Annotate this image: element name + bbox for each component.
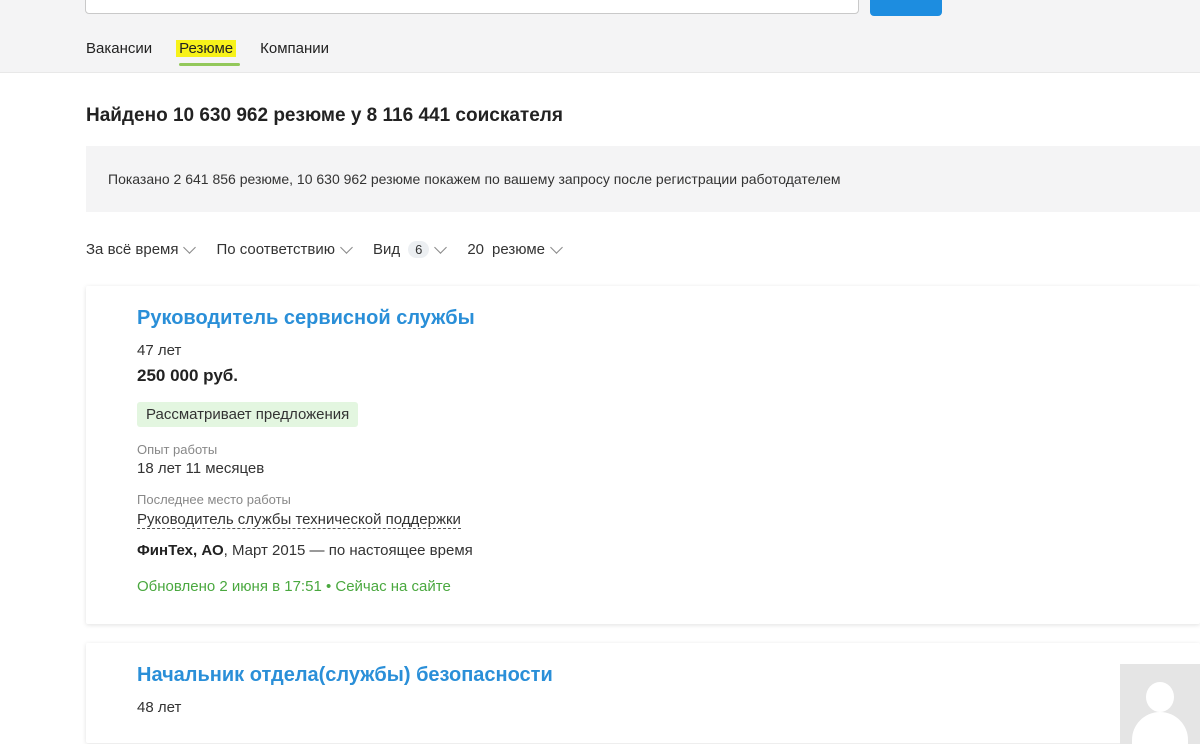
experience-value: 18 лет 11 месяцев [137, 460, 265, 477]
tab-companies[interactable]: Компании [260, 40, 329, 57]
updated-status: Обновлено 2 июня в 17:51 • Сейчас на сай… [137, 578, 451, 595]
avatar-head [1146, 682, 1174, 712]
last-job-company: ФинТех, АО [137, 542, 224, 559]
chevron-down-icon [183, 240, 197, 254]
resume-card: Руководитель сервисной службы 47 лет 250… [86, 286, 1200, 624]
resume-salary: 250 000 руб. [137, 366, 239, 385]
view-filter-label: Вид [372, 241, 401, 258]
avatar-body [1132, 712, 1188, 744]
sort-filter[interactable]: По соответствию [216, 240, 353, 258]
period-filter-label: За всё время [86, 241, 179, 258]
tab-vacancies[interactable]: Вакансии [86, 40, 152, 57]
resume-card: Начальник отдела(службы) безопасности 48… [86, 643, 1200, 744]
header-bar: Вакансии Резюме Компании [0, 0, 1200, 73]
resume-title-link[interactable]: Начальник отдела(службы) безопасности [137, 664, 553, 687]
last-job-period: , Март 2015 — по настоящее время [223, 542, 473, 559]
per-page-count: 20 [467, 241, 485, 258]
filters-bar: За всё время По соответствию Вид 6 20 ре… [86, 240, 583, 258]
per-page-filter[interactable]: 20 резюме [467, 240, 563, 258]
sort-filter-label: По соответствию [216, 241, 335, 258]
info-banner: Показано 2 641 856 резюме, 10 630 962 ре… [86, 146, 1200, 212]
resume-title-link[interactable]: Руководитель сервисной службы [137, 307, 475, 330]
status-badge: Рассматривает предложения [137, 402, 359, 427]
last-job-position: Руководитель службы технической поддержк… [137, 511, 461, 529]
per-page-label: резюме [492, 241, 545, 258]
search-button[interactable] [870, 0, 942, 16]
view-filter[interactable]: Вид 6 [372, 240, 448, 258]
last-job-details: ФинТех, АО, Март 2015 — по настоящее вре… [137, 542, 473, 559]
search-input[interactable] [85, 0, 859, 14]
last-job-position-link[interactable]: Руководитель службы технической поддержк… [137, 511, 461, 529]
tab-resumes[interactable]: Резюме [176, 40, 241, 66]
chevron-down-icon [340, 240, 353, 254]
results-title: Найдено 10 630 962 резюме у 8 116 441 со… [86, 105, 563, 126]
period-filter[interactable]: За всё время [86, 240, 197, 258]
view-count-badge: 6 [408, 241, 430, 258]
last-job-label: Последнее место работы [137, 492, 291, 507]
nav-tabs: Вакансии Резюме Компании [86, 40, 356, 66]
resume-age: 48 лет [137, 699, 182, 716]
chevron-down-icon [434, 240, 448, 254]
experience-label: Опыт работы [137, 442, 218, 457]
info-banner-text: Показано 2 641 856 резюме, 10 630 962 ре… [108, 171, 841, 187]
resume-age: 47 лет [137, 342, 182, 359]
user-placeholder-icon[interactable] [1120, 664, 1200, 744]
chevron-down-icon [550, 240, 563, 254]
